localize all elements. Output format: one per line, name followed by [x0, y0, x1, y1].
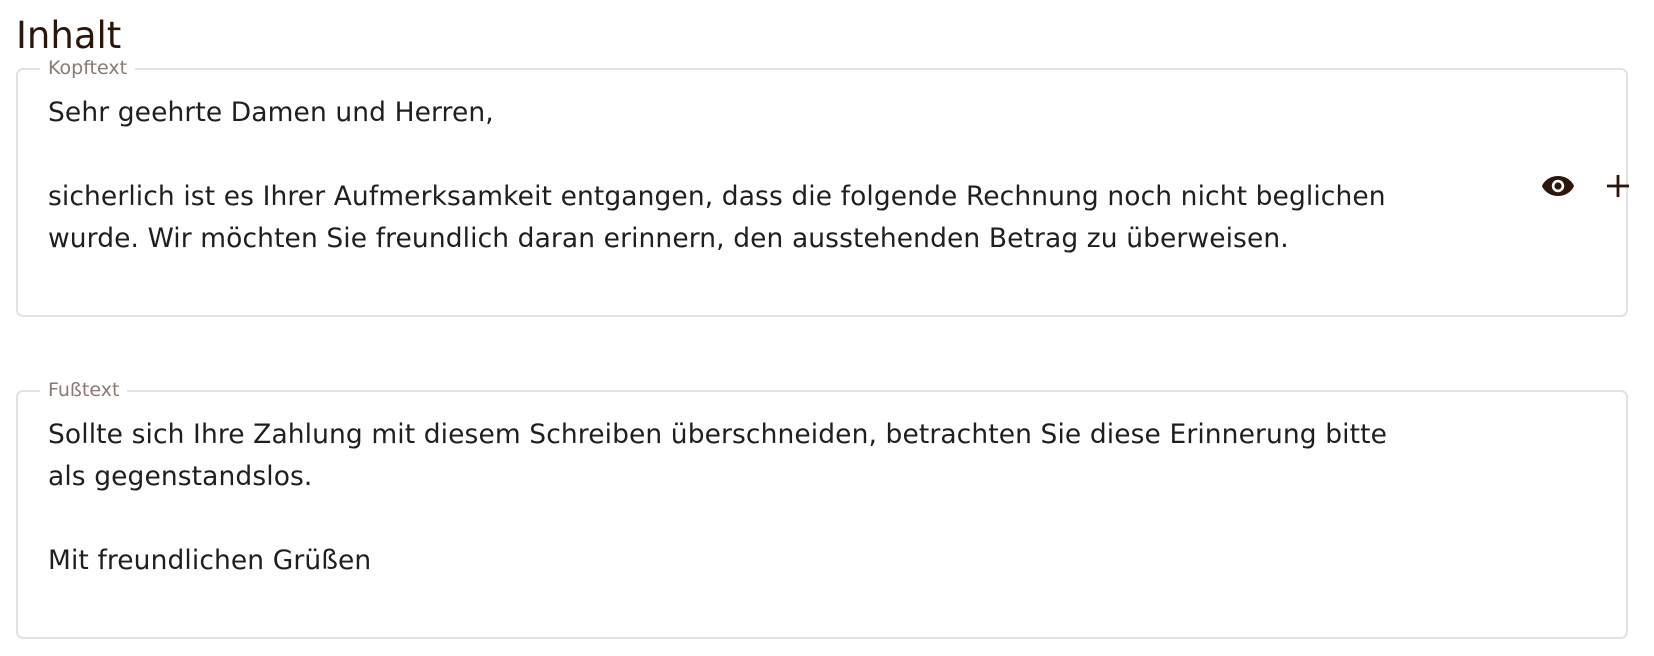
eye-icon: [1542, 176, 1574, 196]
preview-button[interactable]: [1536, 164, 1580, 208]
header-text-field[interactable]: Kopftext Sehr geehrte Damen und Herren, …: [16, 54, 1629, 317]
add-placeholder-button[interactable]: [1596, 164, 1640, 208]
footer-text-value[interactable]: Sollte sich Ihre Zahlung mit diesem Schr…: [48, 414, 1518, 582]
footer-text-label: Fußtext: [40, 376, 128, 404]
footer-text-field[interactable]: Fußtext Sollte sich Ihre Zahlung mit die…: [16, 376, 1628, 639]
plus-icon: [1607, 175, 1629, 197]
header-text-value[interactable]: Sehr geehrte Damen und Herren, sicherlic…: [48, 92, 1518, 260]
section-title: Inhalt: [16, 14, 122, 57]
header-text-label: Kopftext: [40, 54, 136, 82]
